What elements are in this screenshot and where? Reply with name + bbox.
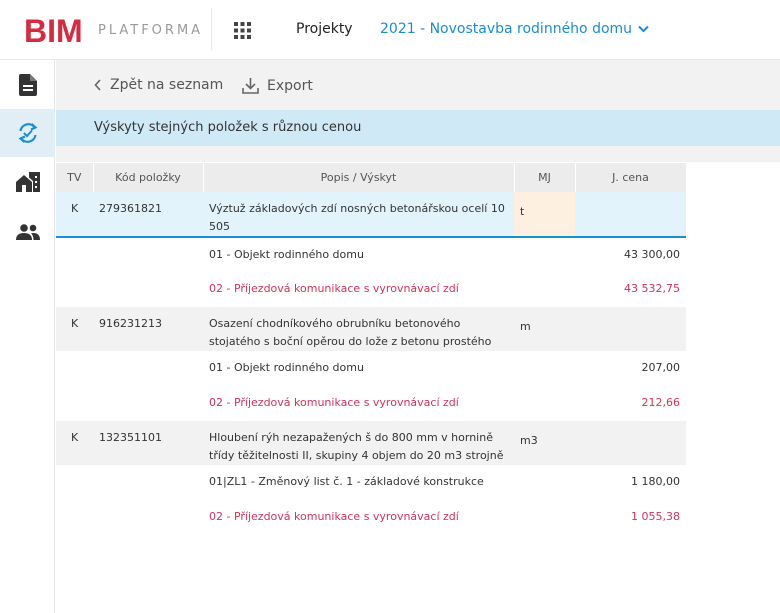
cell-popis: Hloubení rýh nezapažených š do 800 mm v … <box>203 421 514 465</box>
cell-mj: m <box>514 307 575 351</box>
occurrence-row: 01 - Objekt rodinného domu 43 300,00 <box>56 237 686 272</box>
cell-popis: Výztuž základových zdí nosných betonářsk… <box>203 192 514 238</box>
table-row[interactable]: K 279361821 Výztuž základových zdí nosný… <box>56 192 686 238</box>
occurrence-cena: 1 055,38 <box>631 510 680 523</box>
sync-icon <box>17 123 38 143</box>
sidebar-item-users[interactable] <box>0 208 55 256</box>
sidebar-item-price-check[interactable] <box>0 109 55 157</box>
sidebar <box>0 60 55 613</box>
header-cena[interactable]: J. cena <box>575 163 687 192</box>
project-selector[interactable]: 2021 - Novostavba rodinného domu <box>380 21 649 37</box>
cell-mj[interactable]: t <box>514 192 575 238</box>
document-icon <box>18 74 37 96</box>
top-bar: BIM PLATFORMA Projekty 2021 - Novostavba… <box>0 0 780 60</box>
occurrence-row: 02 - Příjezdová komunikace s vyrovnávací… <box>56 272 686 307</box>
cell-tv: K <box>56 307 93 351</box>
cell-kod: 132351101 <box>93 421 203 465</box>
back-label: Zpět na seznam <box>110 77 224 93</box>
occurrence-cena: 207,00 <box>641 361 681 374</box>
items-table: TV Kód položky Popis / Výskyt MJ J. cena… <box>56 163 687 535</box>
occurrence-cena: 43 300,00 <box>624 248 680 261</box>
chevron-down-icon <box>638 25 649 33</box>
sidebar-item-documents[interactable] <box>0 61 55 109</box>
apps-grid-icon[interactable] <box>234 22 251 39</box>
occurrence-row: 01 - Objekt rodinného domu 207,00 <box>56 351 686 386</box>
logo-text: BIM <box>24 14 83 46</box>
buildings-icon <box>15 172 40 192</box>
occurrence-popis: 01|ZL1 - Změnový list č. 1 - základové k… <box>209 475 484 488</box>
occurrence-cena: 43 532,75 <box>624 282 680 295</box>
table-header-row: TV Kód položky Popis / Výskyt MJ J. cena <box>56 163 687 192</box>
main-content: Zpět na seznam Export Výskyty stejných p… <box>56 60 780 613</box>
occurrence-popis: 02 - Příjezdová komunikace s vyrovnávací… <box>209 396 459 409</box>
table-row[interactable]: K 132351101 Hloubení rýh nezapažených š … <box>56 421 686 465</box>
occurrence-cena: 212,66 <box>641 396 681 409</box>
export-label: Export <box>267 77 313 94</box>
occurrence-popis: 02 - Příjezdová komunikace s vyrovnávací… <box>209 510 459 523</box>
back-button[interactable]: Zpět na seznam <box>94 77 223 93</box>
cell-cena <box>575 192 686 238</box>
platform-label: PLATFORMA <box>98 23 204 38</box>
occurrence-popis: 01 - Objekt rodinného domu <box>209 361 364 374</box>
header-kod[interactable]: Kód položky <box>93 163 204 192</box>
table-row[interactable]: K 916231213 Osazení chodníkového obrubní… <box>56 307 686 351</box>
occurrence-row: 01|ZL1 - Změnový list č. 1 - základové k… <box>56 465 686 500</box>
sidebar-item-objects[interactable] <box>0 158 55 206</box>
bim-logo[interactable]: BIM <box>24 14 88 46</box>
cell-tv: K <box>56 192 93 238</box>
chevron-left-icon <box>94 79 101 91</box>
header-tv[interactable]: TV <box>56 163 94 192</box>
project-name: 2021 - Novostavba rodinného domu <box>380 21 633 37</box>
occurrence-cena: 1 180,00 <box>631 475 680 488</box>
cell-kod: 916231213 <box>93 307 203 351</box>
banner-text: Výskyty stejných položek s různou cenou <box>94 120 362 135</box>
occurrence-row: 02 - Příjezdová komunikace s vyrovnávací… <box>56 500 686 535</box>
projekty-link[interactable]: Projekty <box>296 21 353 37</box>
download-icon <box>242 78 259 94</box>
header-divider <box>211 8 212 50</box>
occurrence-popis: 01 - Objekt rodinného domu <box>209 248 364 261</box>
cell-popis: Osazení chodníkového obrubníku betonovéh… <box>203 307 514 351</box>
cell-cena <box>575 307 686 351</box>
cell-mj: m3 <box>514 421 575 465</box>
users-icon <box>15 224 40 240</box>
cell-tv: K <box>56 421 93 465</box>
export-button[interactable]: Export <box>242 77 313 94</box>
cell-kod: 279361821 <box>93 192 203 238</box>
occurrence-row: 02 - Příjezdová komunikace s vyrovnávací… <box>56 386 686 421</box>
info-banner: Výskyty stejných položek s různou cenou <box>56 110 780 146</box>
header-popis[interactable]: Popis / Výskyt <box>203 163 515 192</box>
occurrence-popis: 02 - Příjezdová komunikace s vyrovnávací… <box>209 282 459 295</box>
header-mj[interactable]: MJ <box>514 163 576 192</box>
cell-cena <box>575 421 686 465</box>
